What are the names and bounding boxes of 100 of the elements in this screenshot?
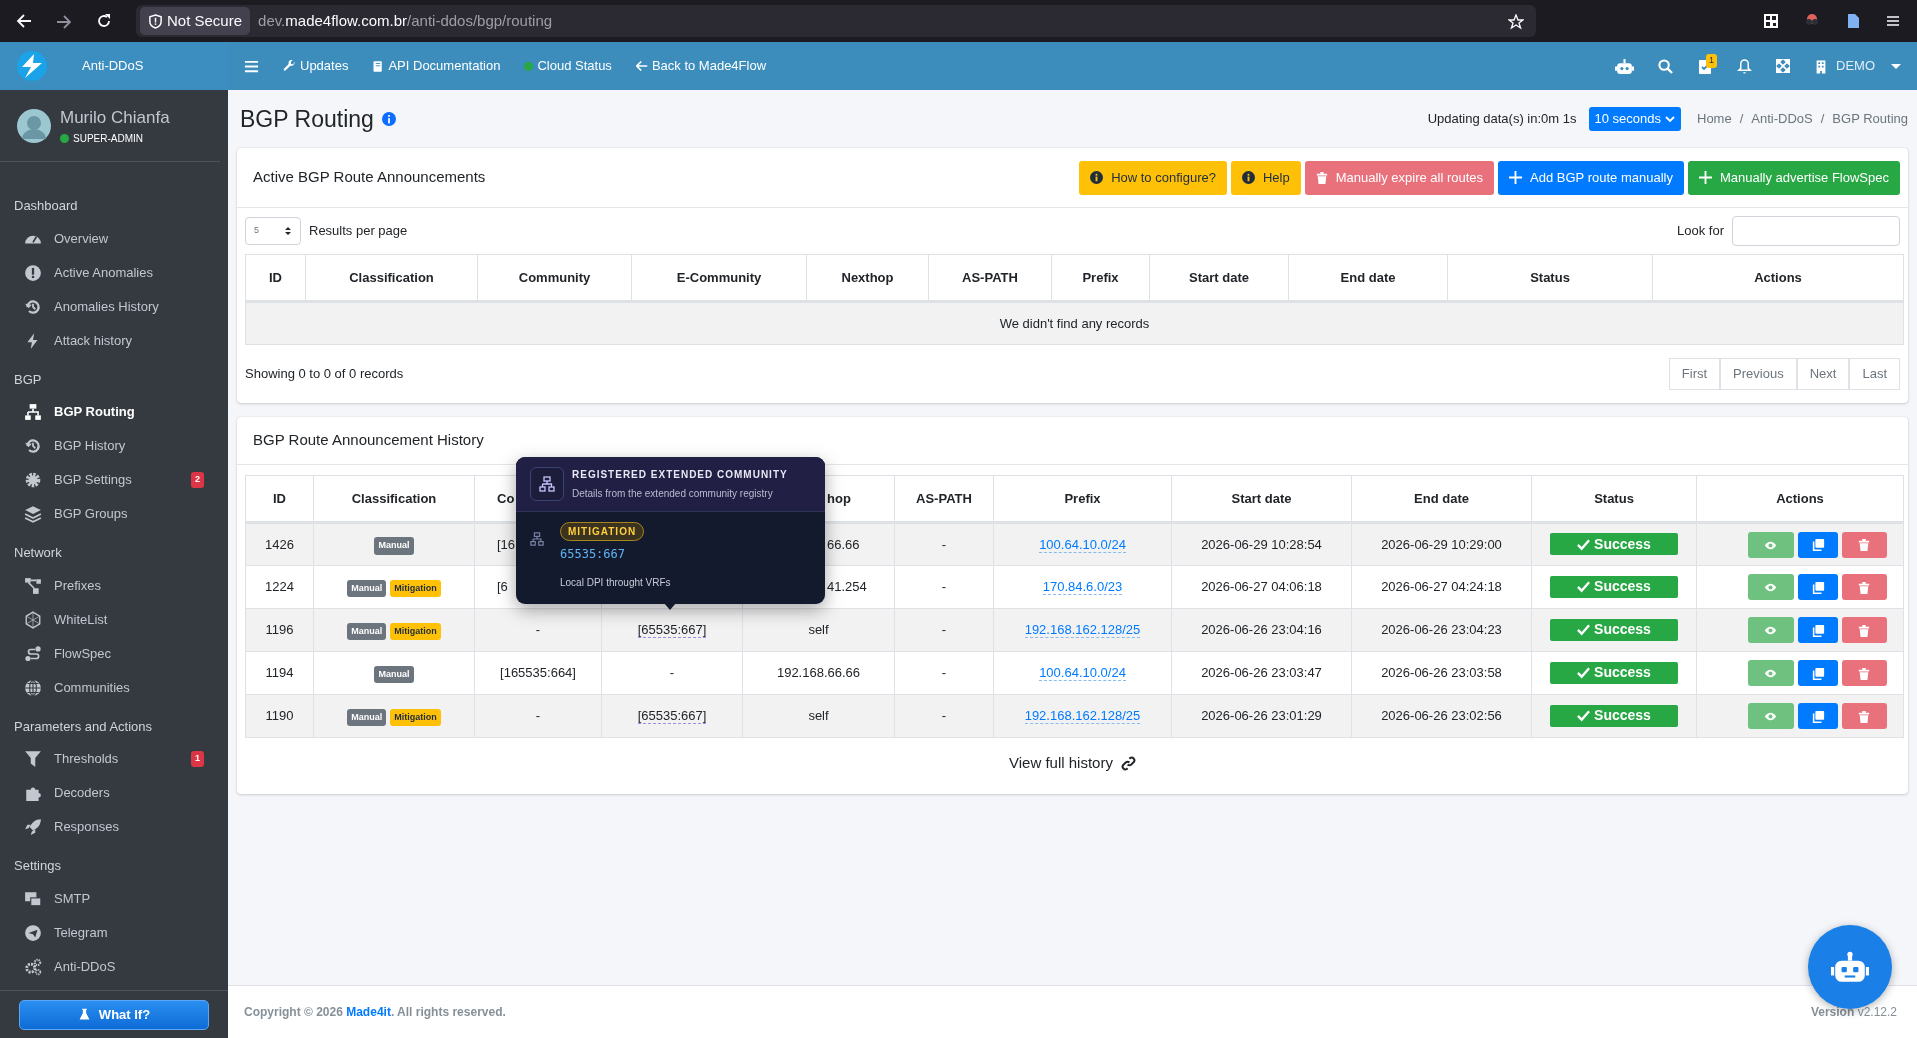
nav-link[interactable]: Cloud Status	[524, 56, 612, 76]
copy-button[interactable]	[1797, 703, 1838, 729]
copy-icon	[1810, 623, 1825, 638]
sidebar-item[interactable]: Active Anomalies	[0, 255, 228, 290]
status-badge: Success	[1550, 618, 1678, 641]
search-icon	[1658, 58, 1673, 74]
filter-icon	[24, 750, 42, 768]
sidebar-item[interactable]: Decoders	[0, 776, 228, 810]
action-button[interactable]: How to configure?	[1079, 160, 1227, 195]
info-icon	[381, 112, 396, 126]
sidebar-item[interactable]: Thresholds 1	[0, 742, 228, 776]
table-cell: 2026-06-26 23:04:23	[1351, 608, 1532, 652]
route-icon	[24, 644, 42, 663]
per-page-select[interactable]: 5	[245, 217, 301, 245]
pagination-button[interactable]: First	[1668, 358, 1721, 390]
check-icon	[1577, 623, 1591, 636]
section-title: Network	[13, 544, 63, 562]
classification-tag: Manual	[374, 665, 414, 684]
nav-link[interactable]: Back to Made4Flow	[635, 56, 767, 76]
sidebar-item[interactable]: BGP History	[0, 429, 228, 463]
robot-icon	[1831, 951, 1869, 983]
prefix-link[interactable]: 170.84.6.0/23	[1042, 579, 1123, 596]
sidebar-item[interactable]: WhiteList	[0, 602, 228, 637]
table-cell: 2026-06-26 23:01:29	[1171, 694, 1352, 738]
sidebar-item[interactable]: Telegram	[0, 915, 228, 950]
breadcrumb-link[interactable]: Anti-DDoS	[1751, 109, 1813, 129]
copy-button[interactable]	[1797, 531, 1838, 558]
sidebar-item[interactable]: Responses	[0, 810, 228, 844]
user-name[interactable]: Murilo Chianfa	[60, 105, 170, 131]
sidebar-item[interactable]: FlowSpec	[0, 636, 228, 671]
nav-link[interactable]: API Documentation	[372, 56, 501, 76]
community-tooltip-trigger[interactable]: [65535:667]	[637, 622, 707, 639]
nodes-icon	[24, 576, 42, 595]
what-if-button[interactable]: What If?	[19, 999, 209, 1030]
delete-button[interactable]	[1841, 574, 1887, 600]
page-title: BGP Routing	[240, 104, 374, 134]
table-cell: -	[474, 608, 602, 652]
sidebar-item[interactable]: Anomalies History	[0, 289, 228, 324]
prefix-link[interactable]: 100.64.10.0/24	[1039, 536, 1126, 553]
security-indicator[interactable]: Not Secure	[140, 6, 251, 36]
copy-button[interactable]	[1797, 617, 1838, 643]
delete-button[interactable]	[1841, 531, 1887, 558]
plus-icon	[1698, 171, 1712, 184]
logo-icon	[16, 50, 48, 82]
status-dot-icon	[524, 61, 534, 71]
expand-icon	[1776, 59, 1790, 73]
copy-button[interactable]	[1797, 574, 1838, 600]
shield-icon	[148, 13, 163, 29]
sidebar-item[interactable]: BGP Routing	[0, 395, 228, 429]
table-cell: -	[894, 694, 994, 738]
section-title: Settings	[13, 857, 62, 875]
delete-button[interactable]	[1841, 617, 1887, 643]
url-field[interactable]: Not Secure dev.made4flow.com.br/anti-ddos/bgp/routing	[136, 5, 1536, 37]
view-button[interactable]	[1747, 574, 1794, 600]
breadcrumb-link[interactable]: BGP Routing	[1832, 109, 1908, 129]
prefix-link[interactable]: 100.64.10.0/24	[1039, 665, 1126, 682]
network-icon	[24, 403, 42, 421]
pagination-button[interactable]: Last	[1849, 358, 1900, 390]
network-icon	[530, 531, 544, 546]
trash-icon	[1858, 666, 1870, 681]
pagination-button[interactable]: Next	[1796, 358, 1850, 390]
sidebar-item[interactable]: BGP Settings 2	[0, 463, 228, 497]
table-cell: [165535:664]	[474, 651, 602, 695]
chatbot-button[interactable]	[1808, 925, 1892, 1009]
view-full-history-link[interactable]: View full history	[1009, 751, 1113, 775]
pagination-button[interactable]: Previous	[1720, 358, 1797, 390]
copy-button[interactable]	[1797, 660, 1838, 686]
section-title: Dashboard	[13, 197, 79, 215]
interval-select[interactable]: 10 seconds	[1588, 107, 1681, 131]
copy-icon	[1810, 580, 1825, 595]
sidebar-item[interactable]: SMTP	[0, 881, 228, 916]
sidebar-item[interactable]: Attack history	[0, 323, 228, 358]
nav-link[interactable]: Updates	[283, 56, 349, 76]
view-button[interactable]	[1747, 617, 1794, 643]
table-cell: -	[894, 565, 994, 609]
community-tooltip-trigger[interactable]: [65535:667]	[637, 708, 707, 725]
delete-button[interactable]	[1841, 703, 1887, 729]
action-button[interactable]: Help	[1230, 160, 1301, 195]
sidebar-item[interactable]: Communities	[0, 670, 228, 705]
table-cell: 2026-06-27 04:24:18	[1351, 565, 1532, 609]
empty-message: We didn't find any records	[245, 301, 1904, 345]
history-icon	[24, 297, 42, 316]
sidebar-item[interactable]: Anti-DDoS	[0, 949, 228, 984]
classification-tag: Manual	[347, 579, 387, 598]
action-button[interactable]: Add BGP route manually	[1498, 160, 1684, 195]
view-button[interactable]	[1747, 703, 1794, 729]
breadcrumb-link[interactable]: Home	[1697, 109, 1732, 129]
company-link[interactable]: Made4it	[346, 1005, 391, 1019]
delete-button[interactable]	[1841, 660, 1887, 686]
search-field[interactable]	[1732, 216, 1900, 246]
table-cell: -	[894, 651, 994, 695]
check-icon	[1577, 580, 1591, 593]
table-cell: 2026-06-29 10:29:00	[1351, 522, 1532, 566]
view-button[interactable]	[1747, 531, 1794, 558]
view-button[interactable]	[1747, 660, 1794, 686]
check-icon	[1577, 537, 1591, 551]
sidebar-item[interactable]: BGP Groups	[0, 497, 228, 531]
sidebar-item[interactable]: Overview	[0, 221, 228, 256]
table-cell: self	[742, 694, 895, 738]
sidebar-item[interactable]: Prefixes	[0, 568, 228, 603]
